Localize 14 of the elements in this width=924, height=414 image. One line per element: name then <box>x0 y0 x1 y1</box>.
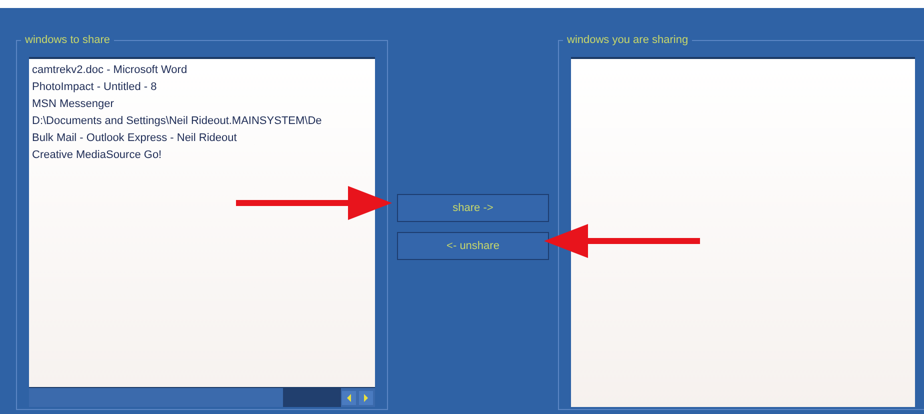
horizontal-scrollbar[interactable] <box>29 387 375 407</box>
list-item[interactable]: PhotoImpact - Untitled - 8 <box>32 79 372 96</box>
scrollbar-thumb[interactable] <box>283 388 341 407</box>
scroll-left-icon[interactable] <box>342 390 356 404</box>
list-item[interactable]: D:\Documents and Settings\Neil Rideout.MAINSYSTEM\De <box>32 113 372 130</box>
list-item[interactable]: camtrekv2.doc - Microsoft Word <box>32 62 372 79</box>
window-list[interactable]: camtrekv2.doc - Microsoft Word PhotoImpact - Untitled - 8 MSN Messenger D:\Documents and Settings\Neil Rideout.MAINSYSTEM\De Bulk Mail - Outlook Express - Neil Rideout Creative MediaSource Go! <box>29 57 375 407</box>
list-item[interactable]: MSN Messenger <box>32 96 372 113</box>
group-title: windows you are sharing <box>563 33 692 47</box>
unshare-button[interactable]: <- unshare <box>397 232 549 260</box>
list-item[interactable]: Bulk Mail - Outlook Express - Neil Rideout <box>32 130 372 147</box>
share-button[interactable]: share -> <box>397 194 549 222</box>
list-item[interactable]: Creative MediaSource Go! <box>32 147 372 164</box>
scroll-right-icon[interactable] <box>359 390 373 404</box>
